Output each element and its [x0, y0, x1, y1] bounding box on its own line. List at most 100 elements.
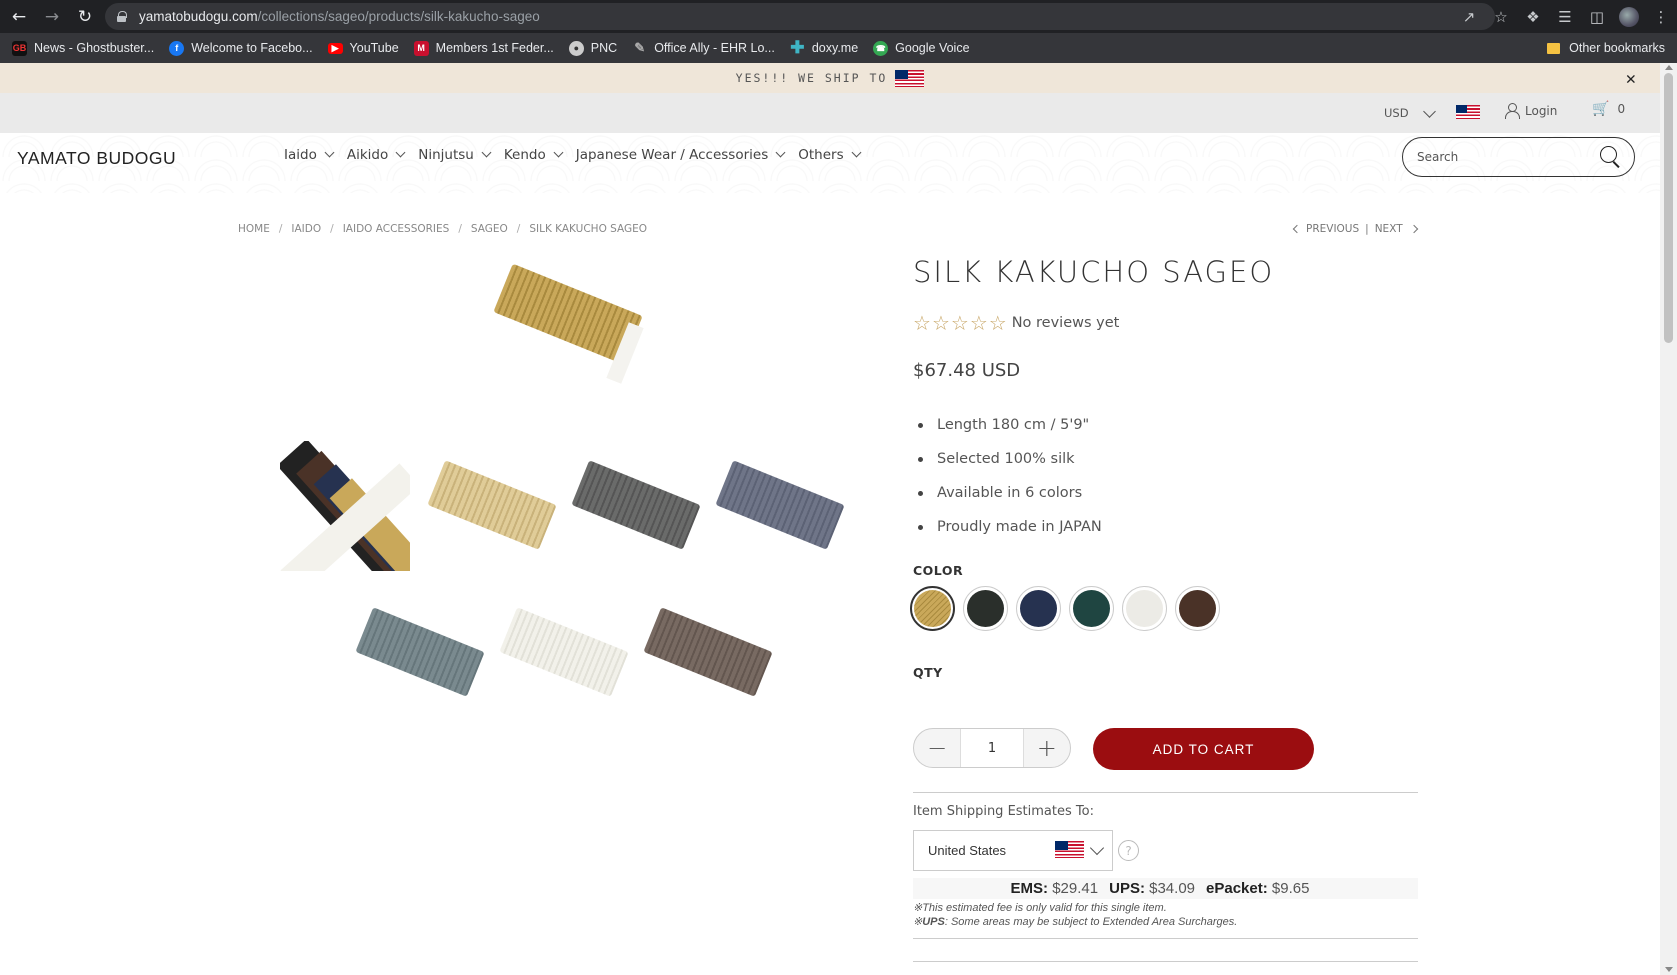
chevron-down-icon	[1089, 840, 1105, 856]
us-flag-icon	[1055, 841, 1084, 858]
breadcrumb: HOME / IAIDO / IAIDO ACCESSORIES / SAGEO / S…	[238, 223, 648, 235]
next-link[interactable]: NEXT	[1375, 223, 1403, 235]
add-to-cart-button[interactable]: ADD TO CART	[1093, 728, 1314, 770]
bookmark-star-icon[interactable]: ☆	[1485, 0, 1517, 33]
currency-selector[interactable]: USD	[1384, 106, 1409, 120]
search-icon[interactable]	[1600, 146, 1622, 168]
rating-stars[interactable]: ☆ ☆ ☆ ☆ ☆ No reviews yet	[913, 311, 1119, 335]
bookmark-doxy[interactable]: ✚ doxy.me	[790, 38, 858, 57]
us-flag-icon	[1456, 105, 1480, 119]
login-link[interactable]: Login	[1505, 103, 1557, 119]
qty-label: QTY	[913, 665, 943, 680]
swatch-gold[interactable]	[910, 586, 955, 631]
crumb-home[interactable]: HOME	[238, 223, 270, 235]
swatch-black[interactable]	[963, 586, 1008, 631]
close-icon[interactable]: ✕	[1626, 69, 1638, 89]
thumbnail-blue-grey[interactable]	[712, 441, 845, 571]
bookmark-google-voice[interactable]: ☎ Google Voice	[873, 40, 970, 56]
chevron-down-icon	[395, 147, 406, 158]
chevron-down-icon[interactable]	[1423, 105, 1436, 118]
main-product-image[interactable]	[493, 263, 644, 388]
bookmark-ghostbusters[interactable]: GB News - Ghostbuster...	[12, 40, 154, 56]
menu-kebab-icon[interactable]: ⋮	[1645, 0, 1677, 33]
bookmark-office-ally[interactable]: ✎ Office Ally - EHR Lo...	[632, 40, 775, 56]
quantity-stepper: − 1 +	[913, 728, 1071, 768]
nav-others[interactable]: Others	[798, 147, 862, 163]
globe-icon: ●	[568, 40, 584, 56]
bookmarks-bar: GB News - Ghostbuster... f Welcome to Face…	[0, 33, 1677, 63]
other-bookmarks[interactable]: Other bookmarks	[1547, 33, 1665, 63]
address-bar[interactable]: yamatobudogu.com/collections/sageo/produ…	[105, 3, 1495, 30]
star-icon: ☆	[969, 311, 988, 335]
reload-icon[interactable]: ↻	[71, 3, 99, 31]
site-logo[interactable]: YAMATO BUDOGU	[17, 148, 176, 169]
url-host: yamatobudogu.com	[139, 9, 258, 24]
quantity-input[interactable]: 1	[960, 729, 1024, 767]
bookmark-pnc[interactable]: ● PNC	[568, 40, 617, 56]
extensions-icon[interactable]: ❖	[1517, 0, 1549, 33]
url-path: /collections/sageo/products/silk-kakucho…	[257, 9, 540, 24]
reviews-count: No reviews yet	[1011, 315, 1120, 331]
swatch-brown[interactable]	[1175, 586, 1220, 631]
increment-button[interactable]: +	[1024, 729, 1070, 767]
chevron-right-icon	[1409, 224, 1418, 234]
crumb-current: SILK KAKUCHO SAGEO	[529, 223, 648, 235]
back-icon[interactable]: ←	[5, 3, 33, 31]
scroll-up-icon[interactable]	[1665, 65, 1673, 70]
share-icon[interactable]: ↗	[1453, 0, 1485, 33]
shipping-country: United States	[928, 843, 1007, 858]
us-flag-icon	[895, 69, 925, 87]
google-voice-icon: ☎	[873, 40, 889, 56]
divider	[913, 938, 1418, 939]
scrollbar[interactable]	[1660, 63, 1677, 975]
product-price: $67.48 USD	[913, 360, 1021, 381]
profile-avatar[interactable]	[1613, 0, 1645, 33]
scroll-thumb[interactable]	[1664, 73, 1673, 343]
decrement-button[interactable]: −	[914, 729, 960, 767]
crumb-iaido[interactable]: IAIDO	[291, 223, 321, 235]
scroll-down-icon[interactable]	[1665, 967, 1673, 972]
nav-ninjutsu[interactable]: Ninjutsu	[418, 147, 492, 163]
star-icon: ☆	[988, 311, 1007, 335]
thumbnail-brown-grey[interactable]	[640, 588, 773, 718]
crumb-sageo[interactable]: SAGEO	[471, 223, 508, 235]
site-header: YAMATO BUDOGU Iaido Aikido Ninjutsu Kend…	[0, 133, 1660, 223]
ghostbuster-icon: GB	[12, 40, 27, 56]
shipping-label: Item Shipping Estimates To:	[913, 804, 1094, 819]
members1st-icon: M	[413, 40, 429, 56]
bookmark-facebook[interactable]: f Welcome to Facebo...	[169, 40, 313, 56]
swatch-navy[interactable]	[1016, 586, 1061, 631]
lock-icon	[117, 11, 127, 22]
bookmark-youtube[interactable]: ▶ YouTube	[327, 41, 399, 55]
swatch-white[interactable]	[1122, 586, 1167, 631]
thumbnail-dark-grey[interactable]	[568, 441, 701, 571]
star-icon: ☆	[931, 311, 950, 335]
nav-iaido[interactable]: Iaido	[284, 147, 335, 163]
reading-list-icon[interactable]: ☰	[1549, 0, 1581, 33]
star-icon: ☆	[950, 311, 969, 335]
swatch-green[interactable]	[1069, 586, 1114, 631]
cart-link[interactable]: 🛒 0	[1592, 101, 1625, 117]
thumbnail-white[interactable]	[496, 588, 629, 718]
previous-link[interactable]: PREVIOUS	[1306, 223, 1359, 235]
forward-icon[interactable]: →	[38, 3, 66, 31]
browser-toolbar: ← → ↻ yamatobudogu.com/collections/sageo…	[0, 0, 1677, 33]
thumbnail-slate[interactable]	[352, 588, 485, 718]
crumb-iaido-accessories[interactable]: IAIDO ACCESSORIES	[343, 223, 450, 235]
nav-japanese-wear[interactable]: Japanese Wear / Accessories	[576, 147, 786, 163]
side-panel-icon[interactable]: ◫	[1581, 0, 1613, 33]
bookmark-members1st[interactable]: M Members 1st Feder...	[413, 40, 554, 56]
shipping-note: ※This estimated fee is only valid for th…	[913, 902, 1167, 914]
nav-kendo[interactable]: Kendo	[504, 147, 564, 163]
help-icon[interactable]: ?	[1118, 840, 1139, 861]
search-input[interactable]	[1417, 150, 1587, 164]
shipping-country-select[interactable]: United States	[913, 830, 1113, 871]
thumbnail-all-colors[interactable]	[280, 441, 410, 571]
list-item: Selected 100% silk	[913, 442, 1102, 476]
thumbnail-gold[interactable]	[424, 441, 557, 571]
search-box	[1402, 137, 1635, 177]
carrier-label: UPS:	[1109, 880, 1145, 897]
divider	[913, 961, 1418, 962]
nav-aikido[interactable]: Aikido	[347, 147, 406, 163]
product-pager: PREVIOUS | NEXT	[1292, 223, 1423, 235]
